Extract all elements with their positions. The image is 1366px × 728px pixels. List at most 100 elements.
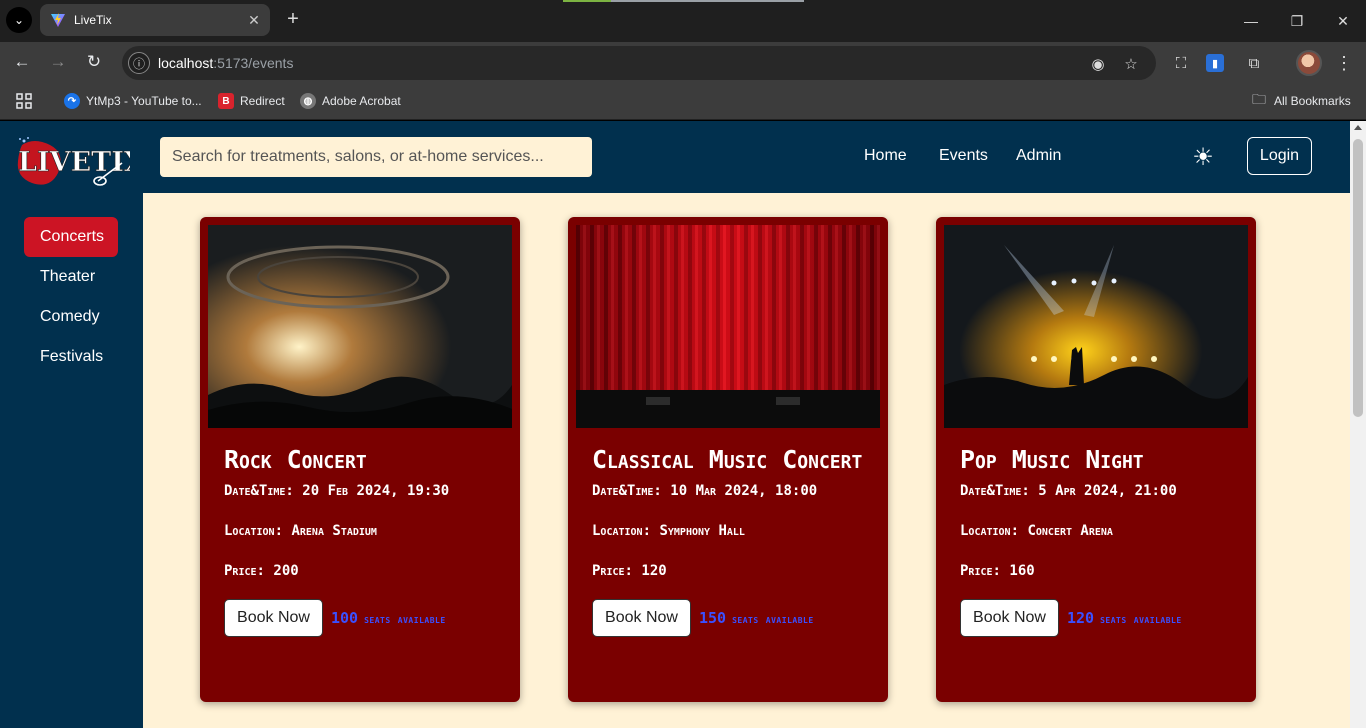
bookmark-label: Adobe Acrobat [322,94,401,108]
page-scrollbar[interactable] [1350,121,1366,728]
screenshot-icon[interactable]: ⛶ [1170,52,1192,74]
page-content: LIVETIX Home Events Admin ☀ Login Concer… [0,121,1350,728]
booking-row: Book Now 150 seats available [592,599,872,637]
category-comedy[interactable]: Comedy [24,297,118,337]
location-value: Arena Stadium [291,523,377,539]
nav-admin[interactable]: Admin [1016,147,1061,165]
redirect-b-icon: B [218,93,234,109]
login-button[interactable]: Login [1247,137,1312,175]
event-image-rock-concert [208,225,512,428]
seats-label: seats available [364,613,446,626]
address-bar[interactable]: ⓘ localhost:5173/events ◉ ☆ [122,46,1156,80]
event-location: Location: Arena Stadium [224,521,504,541]
book-now-button[interactable]: Book Now [960,599,1059,637]
seats-available: 150 seats available [699,609,814,627]
bookmark-label: YtMp3 - YouTube to... [86,94,202,108]
site-info-icon[interactable]: ⓘ [128,52,150,74]
scroll-up-arrow-icon[interactable] [1354,125,1362,130]
load-progress-fill [563,0,612,2]
location-label: Location: [224,523,284,539]
category-festivals[interactable]: Festivals [24,337,118,377]
tab-search-button[interactable]: ⌄ [6,7,32,33]
event-price: Price: 160 [960,561,1240,581]
datetime-value: 20 Feb 2024, 19:30 [302,483,450,499]
new-tab-button[interactable]: + [282,8,304,30]
event-card: Rock Concert Date&Time: 20 Feb 2024, 19:… [200,217,520,702]
menu-kebab-icon[interactable]: ⋮ [1333,52,1355,74]
bookmark-label: Redirect [240,94,285,108]
bookmark-star-icon[interactable]: ☆ [1121,54,1141,74]
sun-icon[interactable]: ☀ [1190,145,1216,171]
url-path: :5173/events [213,55,294,71]
tab-strip: ⌄ LiveTix ✕ + — ❐ ✕ [0,0,1366,42]
seats-count: 120 [1067,609,1095,627]
bookmarks-bar: ↷ YtMp3 - YouTube to... B Redirect ◍ Ado… [0,82,1366,120]
event-datetime: Date&Time: 5 Apr 2024, 21:00 [960,481,1240,501]
price-value: 160 [1009,563,1035,579]
scroll-thumb[interactable] [1353,139,1363,417]
url-host: localhost [158,55,214,71]
back-button[interactable]: ← [10,50,34,74]
location-value: Symphony Hall [659,523,745,539]
datetime-label: Date&Time: [960,483,1030,499]
datetime-value: 10 Mar 2024, 18:00 [670,483,818,499]
all-bookmarks-label: All Bookmarks [1274,94,1351,108]
bookmark-adobe-acrobat[interactable]: ◍ Adobe Acrobat [300,92,401,110]
seats-label: seats available [732,613,814,626]
price-label: Price: [960,563,1001,579]
restore-button[interactable]: ❐ [1274,0,1320,42]
seats-available: 100 seats available [331,609,446,627]
apps-grid-icon[interactable] [16,92,32,110]
seats-label: seats available [1100,613,1182,626]
livetix-logo[interactable]: LIVETIX [14,135,130,189]
datetime-label: Date&Time: [592,483,662,499]
url-text[interactable]: localhost:5173/events [158,55,293,71]
category-concerts[interactable]: Concerts [24,217,118,257]
reload-button[interactable]: ↻ [82,50,106,74]
minimize-button[interactable]: — [1228,0,1274,42]
forward-button[interactable]: → [46,50,70,74]
price-value: 200 [273,563,299,579]
globe-icon: ◍ [300,93,316,109]
all-bookmarks[interactable]: 🗀 All Bookmarks [1252,91,1351,110]
browser-toolbar: ← → ↻ ⓘ localhost:5173/events ◉ ☆ ⛶ ▮ ⧉ … [0,42,1366,82]
book-now-button[interactable]: Book Now [592,599,691,637]
extensions-puzzle-icon[interactable]: ⧉ [1243,52,1265,74]
extension-icon[interactable]: ▮ [1206,54,1224,72]
seats-available: 120 seats available [1067,609,1182,627]
price-label: Price: [592,563,633,579]
window-close-button[interactable]: ✕ [1320,0,1366,42]
datetime-value: 5 Apr 2024, 21:00 [1038,483,1177,499]
seats-count: 100 [331,609,359,627]
event-datetime: Date&Time: 10 Mar 2024, 18:00 [592,481,872,501]
event-card: Classical Music Concert Date&Time: 10 Ma… [568,217,888,702]
location-value: Concert Arena [1027,523,1113,539]
location-label: Location: [592,523,652,539]
event-image-pop-music-night [944,225,1248,428]
category-theater[interactable]: Theater [24,257,118,297]
booking-row: Book Now 120 seats available [960,599,1240,637]
eye-icon[interactable]: ◉ [1088,54,1108,74]
tab-livetix[interactable]: LiveTix ✕ [40,4,270,36]
event-details: Rock Concert Date&Time: 20 Feb 2024, 19:… [224,443,504,637]
vite-favicon-icon [51,13,65,27]
bookmark-redirect[interactable]: B Redirect [218,92,285,110]
search-input[interactable] [160,137,592,177]
bookmark-ytmp3[interactable]: ↷ YtMp3 - YouTube to... [64,92,202,110]
profile-avatar[interactable] [1296,50,1322,76]
category-sidebar: Concerts Theater Comedy Festivals [0,193,143,728]
nav-home[interactable]: Home [864,147,907,165]
folder-icon: 🗀 [1252,91,1266,107]
price-value: 120 [641,563,667,579]
event-price: Price: 120 [592,561,872,581]
load-progress-bar [563,0,804,2]
event-image-classical-music-concert [576,225,880,428]
event-location: Location: Concert Arena [960,521,1240,541]
close-tab-icon[interactable]: ✕ [244,12,264,29]
datetime-label: Date&Time: [224,483,294,499]
event-card: Pop Music Night Date&Time: 5 Apr 2024, 2… [936,217,1256,702]
event-datetime: Date&Time: 20 Feb 2024, 19:30 [224,481,504,501]
nav-events[interactable]: Events [939,147,988,165]
book-now-button[interactable]: Book Now [224,599,323,637]
event-details: Classical Music Concert Date&Time: 10 Ma… [592,443,872,637]
